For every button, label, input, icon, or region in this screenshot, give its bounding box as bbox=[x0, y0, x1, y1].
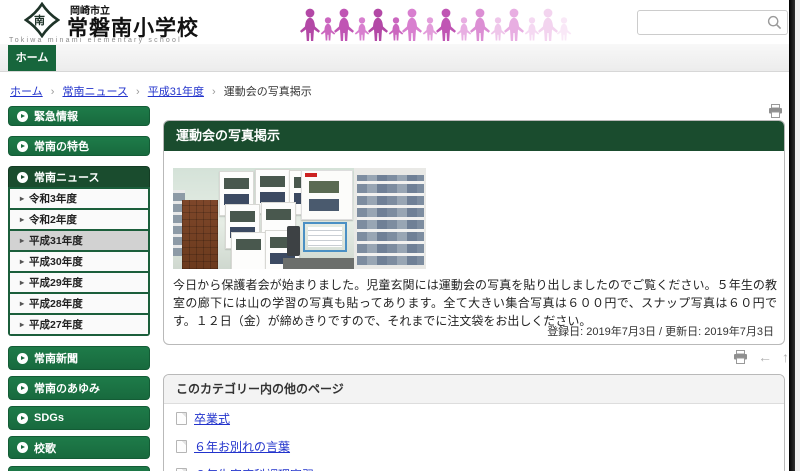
circle-arrow-icon bbox=[17, 383, 28, 394]
photo-dark-object bbox=[287, 226, 300, 256]
list-item: 卒業式 bbox=[164, 404, 784, 432]
page-document-icon bbox=[176, 440, 187, 453]
breadcrumb: ホーム › 常南ニュース › 平成31年度 › 運動会の写真掲示 bbox=[10, 83, 312, 99]
school-name-english: Tokiwa minami elementary school bbox=[9, 37, 182, 44]
sidebar-item-school-song[interactable]: 校歌 bbox=[8, 436, 150, 459]
circle-arrow-icon bbox=[17, 442, 28, 453]
sidebar-item-label: 常南新聞 bbox=[34, 350, 78, 366]
year-label: 令和3年度 bbox=[29, 191, 77, 206]
sidebar-item-sdgs[interactable]: SDGs bbox=[8, 406, 150, 430]
sidebar-news-year-list: ▸ 令和3年度 ▸ 令和2年度 ▸ 平成31年度 ▸ 平成30年度 ▸ 平成29年度 ▸ 平… bbox=[8, 187, 150, 336]
list-item: ６年生家庭科調理実習 bbox=[164, 460, 784, 471]
year-label: 平成31年度 bbox=[29, 233, 83, 248]
sidebar-item-history[interactable]: 常南のあゆみ bbox=[8, 376, 150, 400]
page-document-icon bbox=[176, 468, 187, 471]
sidebar-item-label: 校歌 bbox=[34, 440, 56, 456]
page-top-arrow-icon[interactable]: ↑ bbox=[782, 350, 789, 364]
circle-arrow-icon bbox=[17, 111, 28, 122]
category-link-graduation[interactable]: 卒業式 bbox=[194, 410, 230, 427]
site-header: 南 岡崎市立 常磐南小学校 Tokiwa minami elementary s… bbox=[0, 0, 789, 44]
sidebar-year-heisei28[interactable]: ▸ 平成28年度 bbox=[10, 294, 148, 313]
group-photo bbox=[309, 181, 339, 193]
photo-grid-panel bbox=[354, 168, 426, 269]
year-label: 令和2年度 bbox=[29, 212, 77, 227]
sidebar-item-news[interactable]: 常南ニュース bbox=[8, 166, 150, 187]
breadcrumb-current-page: 運動会の写真掲示 bbox=[224, 86, 312, 98]
search-box bbox=[637, 10, 788, 35]
year-label: 平成27年度 bbox=[29, 317, 83, 332]
photo-floor bbox=[283, 258, 358, 269]
triangle-bullet-icon: ▸ bbox=[20, 299, 24, 308]
list-item: ６年お別れの言葉 bbox=[164, 432, 784, 460]
article-body-text: 今日から保護者会が始まりました。児童玄関には運動会の写真を貼り出しましたのでご覧… bbox=[173, 276, 777, 330]
triangle-bullet-icon: ▸ bbox=[20, 215, 24, 224]
sidebar-year-heisei30[interactable]: ▸ 平成30年度 bbox=[10, 252, 148, 271]
breadcrumb-news[interactable]: 常南ニュース bbox=[62, 86, 127, 98]
photo-blue-notice bbox=[303, 222, 347, 252]
photo-sheet bbox=[231, 232, 266, 269]
sidebar-year-heisei27[interactable]: ▸ 平成27年度 bbox=[10, 315, 148, 334]
sidebar-item-emergency[interactable]: 緊急情報 bbox=[8, 106, 150, 126]
sidebar-item-label: SDGs bbox=[34, 412, 64, 424]
search-icon[interactable] bbox=[767, 15, 782, 30]
breadcrumb-home[interactable]: ホーム bbox=[10, 86, 43, 98]
triangle-bullet-icon: ▸ bbox=[20, 257, 24, 266]
sidebar-year-reiwa2[interactable]: ▸ 令和2年度 bbox=[10, 210, 148, 229]
sports-day-photo-wall-image bbox=[173, 168, 426, 269]
sidebar-item-partial[interactable] bbox=[8, 466, 150, 471]
sidebar-year-heisei29[interactable]: ▸ 平成29年度 bbox=[10, 273, 148, 292]
sidebar-year-reiwa3[interactable]: ▸ 令和3年度 bbox=[10, 189, 148, 208]
breadcrumb-separator-icon: › bbox=[136, 86, 140, 98]
triangle-bullet-icon: ▸ bbox=[20, 278, 24, 287]
page: 南 岡崎市立 常磐南小学校 Tokiwa minami elementary s… bbox=[0, 0, 800, 471]
triangle-bullet-icon: ▸ bbox=[20, 320, 24, 329]
article-action-icons: ← ↑ bbox=[733, 350, 789, 364]
year-label: 平成28年度 bbox=[29, 296, 83, 311]
back-arrow-icon[interactable]: ← bbox=[758, 350, 772, 364]
category-box-title: このカテゴリー内の他のページ bbox=[164, 375, 784, 404]
search-input[interactable] bbox=[642, 13, 764, 32]
sidebar-item-features[interactable]: 常南の特色 bbox=[8, 136, 150, 156]
breadcrumb-separator-icon: › bbox=[51, 86, 55, 98]
year-label: 平成30年度 bbox=[29, 254, 83, 269]
group-photo bbox=[309, 199, 339, 211]
sidebar-year-heisei31-active[interactable]: ▸ 平成31年度 bbox=[10, 231, 148, 250]
circle-arrow-icon bbox=[17, 413, 28, 424]
sidebar-item-label: 常南の特色 bbox=[34, 138, 89, 154]
price-mark bbox=[305, 173, 317, 177]
circle-arrow-icon bbox=[17, 141, 28, 152]
nav-home-tab[interactable]: ホーム bbox=[8, 45, 56, 71]
sidebar-item-label: 緊急情報 bbox=[34, 108, 78, 124]
photo-price-poster bbox=[301, 170, 353, 220]
print-icon[interactable] bbox=[733, 350, 748, 364]
triangle-bullet-icon: ▸ bbox=[20, 236, 24, 245]
people-holding-hands-illustration bbox=[298, 3, 576, 43]
triangle-bullet-icon: ▸ bbox=[20, 194, 24, 203]
category-link-cooking-practice[interactable]: ６年生家庭科調理実習 bbox=[194, 466, 314, 471]
circle-arrow-icon bbox=[17, 172, 28, 183]
sidebar-item-label: 常南ニュース bbox=[34, 169, 99, 185]
circle-arrow-icon bbox=[17, 353, 28, 364]
logo-character: 南 bbox=[34, 12, 45, 28]
sidebar-item-newspaper[interactable]: 常南新聞 bbox=[8, 346, 150, 370]
article-card: 運動会の写真掲示 今日から保護者会が始まりました。児童玄関には運動会の写 bbox=[163, 120, 785, 345]
page-document-icon bbox=[176, 412, 187, 425]
category-pages-box: このカテゴリー内の他のページ 卒業式 ６年お別れの言葉 ６年生家庭科調理実習 bbox=[163, 374, 785, 471]
breadcrumb-separator-icon: › bbox=[212, 86, 216, 98]
photo-thumbnails-grid bbox=[357, 175, 424, 265]
breadcrumb-year[interactable]: 平成31年度 bbox=[148, 86, 204, 98]
category-link-farewell-words[interactable]: ６年お別れの言葉 bbox=[194, 438, 290, 455]
global-nav-bar bbox=[0, 44, 789, 72]
photo-door bbox=[182, 200, 218, 269]
article-dates: 登録日: 2019年7月3日 / 更新日: 2019年7月3日 bbox=[547, 323, 774, 339]
sidebar-item-label: 常南のあゆみ bbox=[34, 380, 100, 396]
scrollbar-track[interactable] bbox=[795, 0, 800, 471]
article-title-bar: 運動会の写真掲示 bbox=[164, 121, 784, 151]
print-icon[interactable] bbox=[768, 104, 783, 118]
year-label: 平成29年度 bbox=[29, 275, 83, 290]
